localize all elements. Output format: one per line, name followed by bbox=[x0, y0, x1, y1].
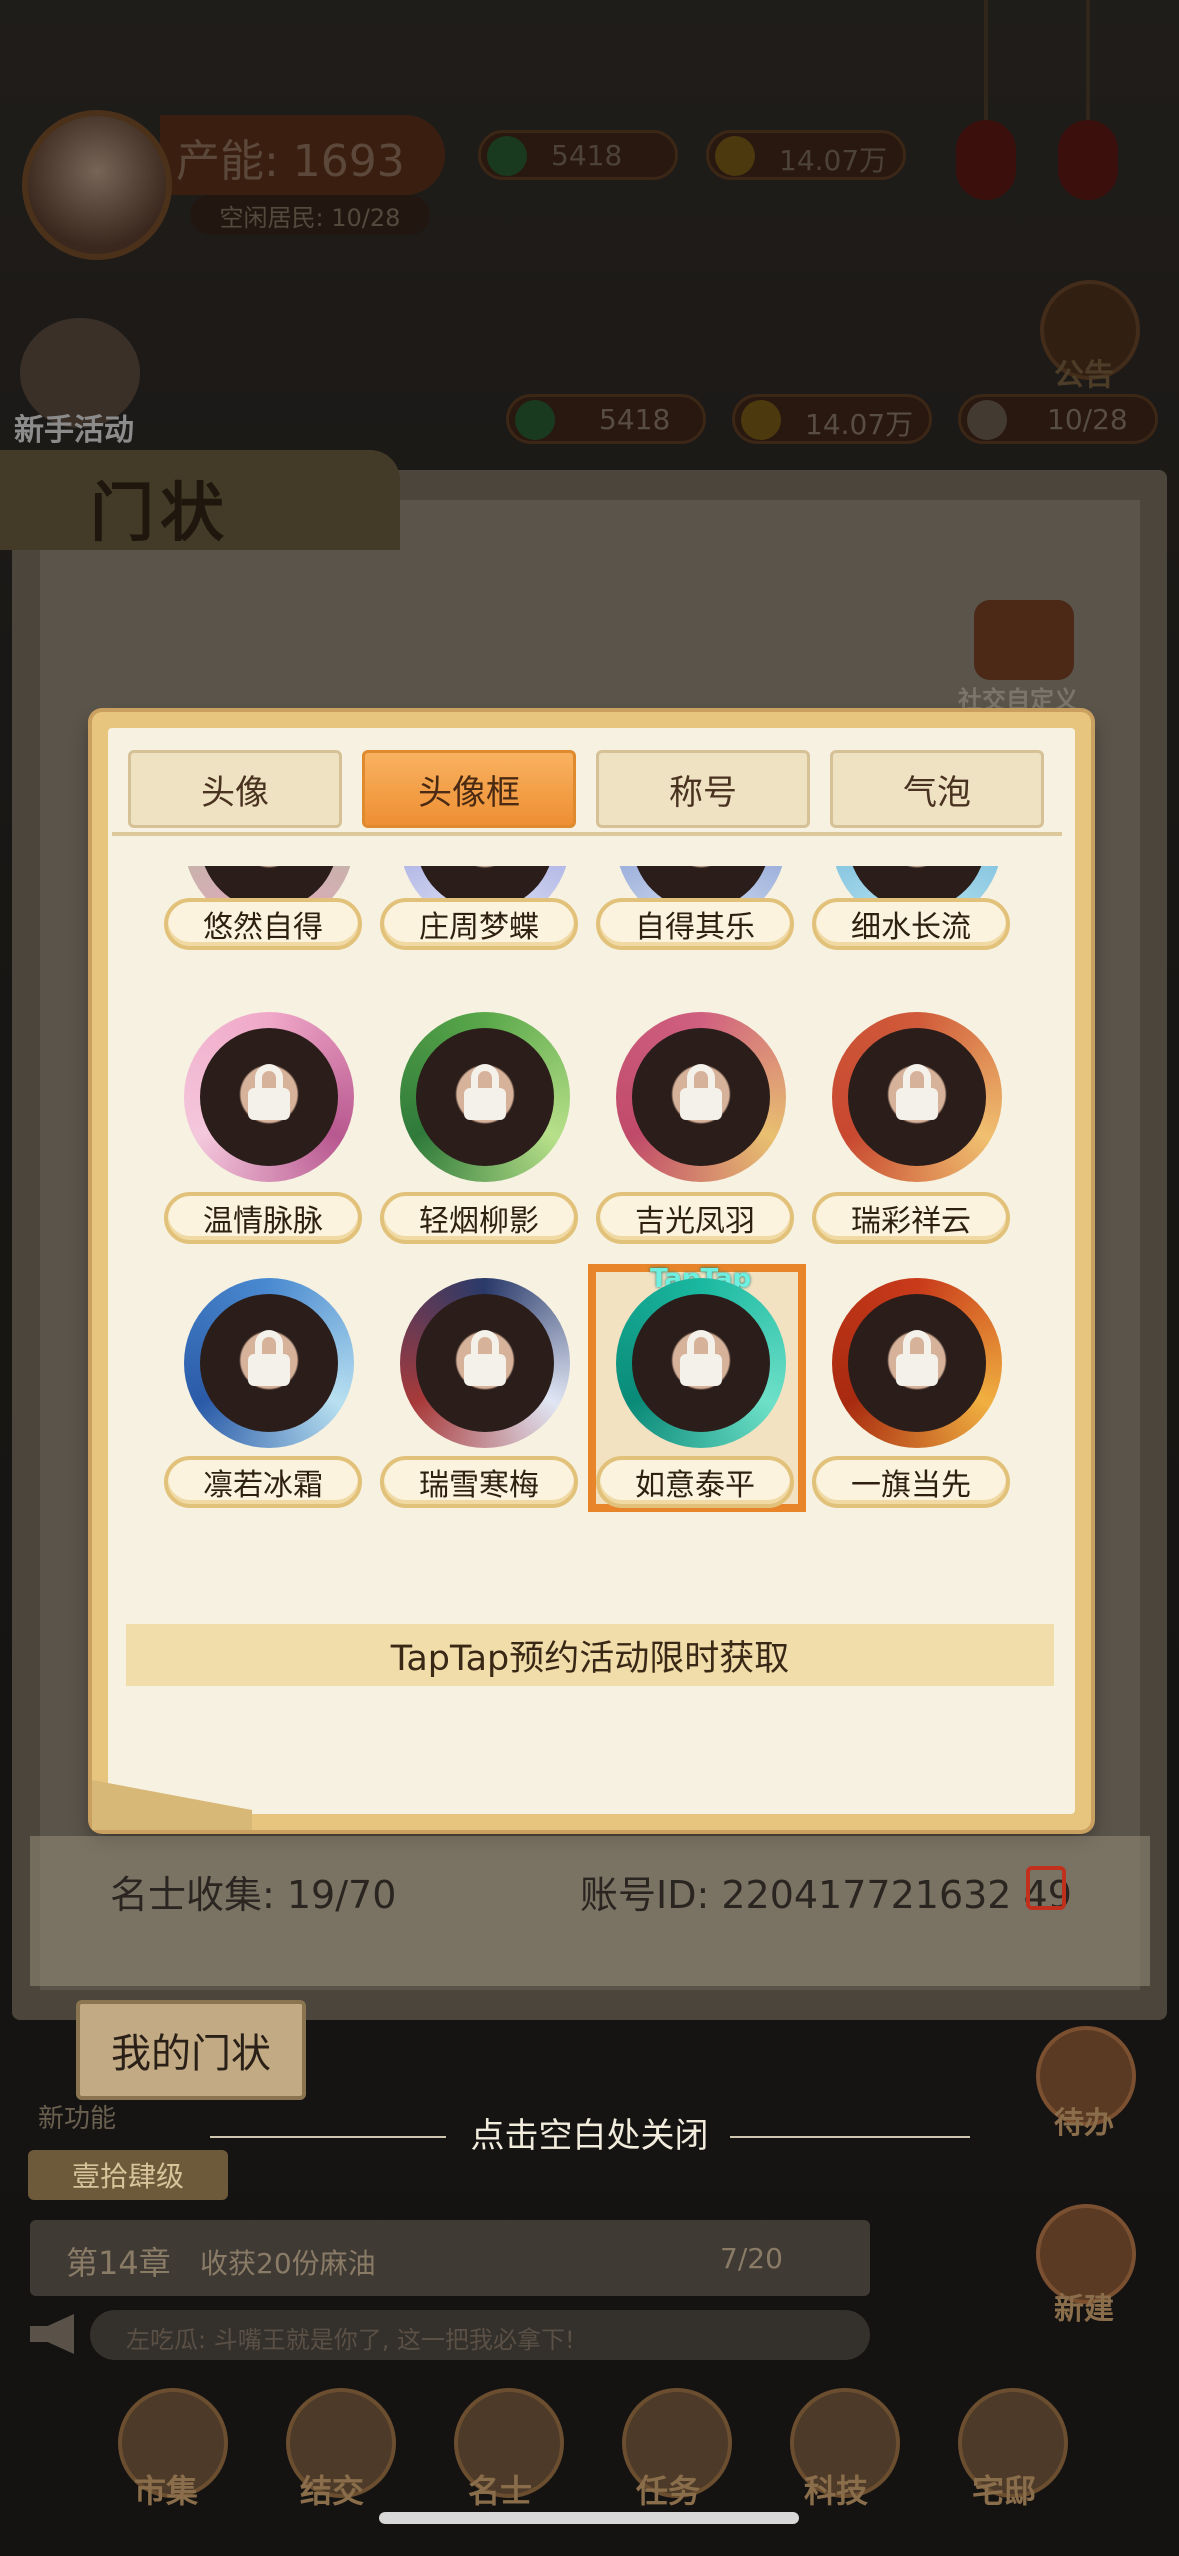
tab-avatar[interactable]: 头像 bbox=[128, 750, 342, 828]
chat-bar[interactable]: 左吃瓜: 斗嘴王就是你了, 这一把我必拿下! bbox=[90, 2310, 870, 2360]
nav-social[interactable]: 结交 bbox=[300, 2466, 364, 2512]
lock-icon bbox=[896, 1064, 938, 1124]
account-id-label: 账号ID: 220417721632 49 bbox=[580, 1873, 1072, 1917]
frame-name: 如意泰平 bbox=[596, 1456, 794, 1508]
lock-icon bbox=[464, 1330, 506, 1390]
frame-name: 凛若冰霜 bbox=[164, 1456, 362, 1508]
lock-icon bbox=[248, 1330, 290, 1390]
lock-icon bbox=[248, 1064, 290, 1124]
avatar-portrait bbox=[632, 1028, 770, 1166]
avatar-frame-ring bbox=[400, 1012, 570, 1182]
avatar-frame-ring bbox=[400, 1278, 570, 1448]
avatar-portrait bbox=[416, 1294, 554, 1432]
nav-market[interactable]: 市集 bbox=[134, 2466, 198, 2512]
avatar-portrait bbox=[200, 1294, 338, 1432]
tab-bubble[interactable]: 气泡 bbox=[830, 750, 1044, 828]
task-bar[interactable]: 第14章 收获20份麻油 7/20 bbox=[30, 2220, 870, 2296]
frame-name: 庄周梦蝶 bbox=[380, 898, 578, 950]
avatar-frame-ring bbox=[184, 1012, 354, 1182]
collection-label: 名士收集: 19/70 bbox=[110, 1873, 397, 1917]
avatar-portrait bbox=[848, 1294, 986, 1432]
avatar-portrait bbox=[632, 1294, 770, 1432]
frame-name: 自得其乐 bbox=[596, 898, 794, 950]
frame-name: 一旗当先 bbox=[812, 1456, 1010, 1508]
avatar-portrait bbox=[848, 1028, 986, 1166]
avatar-portrait bbox=[200, 1028, 338, 1166]
frame-name: 细水长流 bbox=[812, 898, 1010, 950]
tab-avatar-frame[interactable]: 头像框 bbox=[362, 750, 576, 828]
avatar-frame-ring bbox=[184, 1278, 354, 1448]
chapter-level-tag: 壹拾肆级 bbox=[28, 2150, 228, 2200]
avatar-frame-ring bbox=[832, 1278, 1002, 1448]
tab-title[interactable]: 称号 bbox=[596, 750, 810, 828]
avatar-frame-ring bbox=[616, 1012, 786, 1182]
frame-name: 吉光凤羽 bbox=[596, 1192, 794, 1244]
frame-grid[interactable]: 悠然自得 庄周梦蝶 自得其乐 细水长流 温情脉脉 轻烟柳影 吉光凤羽 瑞彩祥云 … bbox=[112, 866, 1072, 1518]
avatar-frame-ring bbox=[832, 1012, 1002, 1182]
lock-icon bbox=[464, 1064, 506, 1124]
unlock-hint: TapTap预约活动限时获取 bbox=[126, 1624, 1054, 1686]
lock-icon bbox=[680, 1330, 722, 1390]
frame-name: 轻烟柳影 bbox=[380, 1192, 578, 1244]
frame-name: 瑞彩祥云 bbox=[812, 1192, 1010, 1244]
frame-name: 悠然自得 bbox=[164, 898, 362, 950]
nav-task[interactable]: 任务 bbox=[636, 2466, 700, 2512]
my-card-button[interactable]: 我的门状 bbox=[76, 2000, 306, 2100]
lock-icon bbox=[896, 1330, 938, 1390]
nav-mansion[interactable]: 宅邸 bbox=[972, 2466, 1036, 2512]
frame-name: 温情脉脉 bbox=[164, 1192, 362, 1244]
tab-divider bbox=[112, 832, 1062, 836]
nav-tech[interactable]: 科技 bbox=[804, 2466, 868, 2512]
copy-icon[interactable] bbox=[1026, 1866, 1066, 1910]
avatar-frame-ring bbox=[616, 1278, 786, 1448]
frame-name: 瑞雪寒梅 bbox=[380, 1456, 578, 1508]
lock-icon bbox=[680, 1064, 722, 1124]
avatar-portrait bbox=[416, 1028, 554, 1166]
nav-celebrity[interactable]: 名士 bbox=[468, 2466, 532, 2512]
home-indicator[interactable] bbox=[379, 2512, 799, 2524]
